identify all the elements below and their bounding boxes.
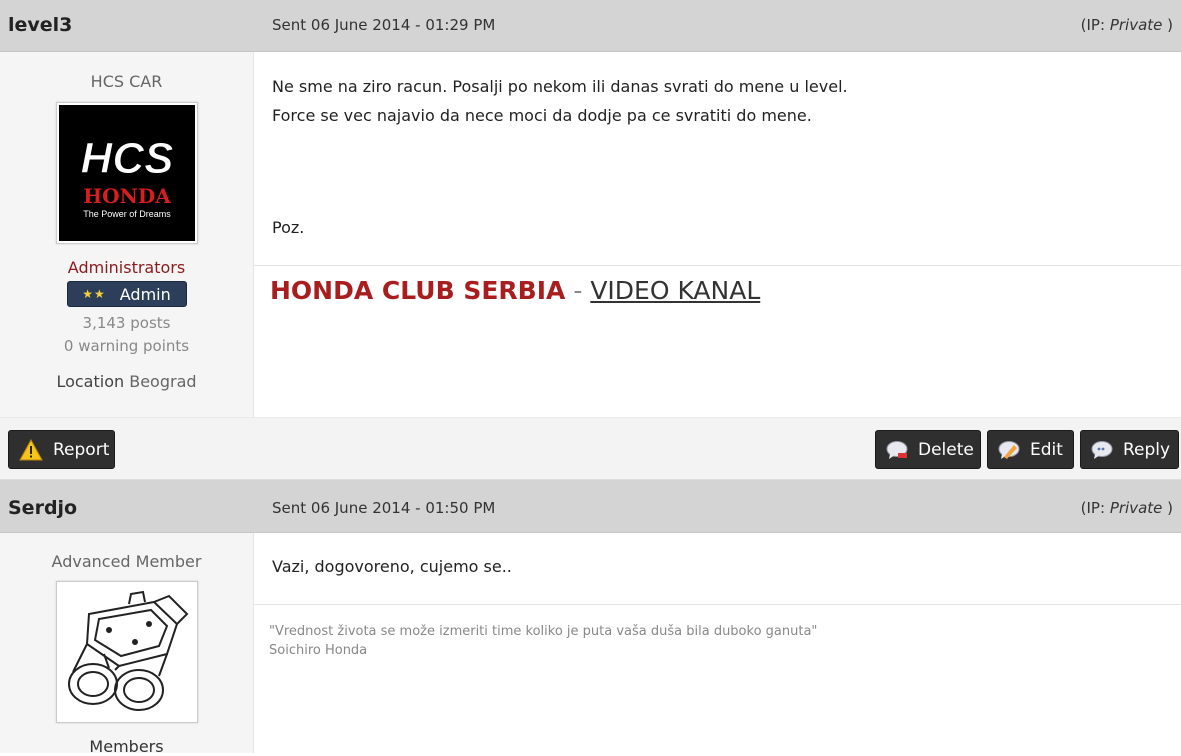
quote-author: Soichiro Honda — [269, 643, 368, 658]
member-title: HCS CAR — [90, 72, 163, 91]
location: Location Beograd — [0, 372, 253, 391]
ip-prefix: (IP: — [1080, 16, 1110, 34]
signature: "Vrednost života se može izmeriti time k… — [254, 604, 1181, 660]
post-controls: Report Delete Edit Reply — [0, 417, 1181, 480]
post-message: Ne sme na ziro racun. Posalji po nekom i… — [254, 52, 1181, 242]
warning-icon — [19, 438, 43, 461]
delete-button[interactable]: Delete — [875, 430, 981, 469]
group-name: Administrators — [67, 258, 186, 277]
ip-suffix: ) — [1162, 16, 1173, 34]
report-label: Report — [53, 439, 110, 460]
post-date: Sent 06 June 2014 - 01:50 PM — [272, 499, 496, 517]
post-header: level3 Sent 06 June 2014 - 01:29 PM (IP:… — [0, 0, 1181, 52]
post-ip: (IP: Private ) — [1081, 499, 1173, 517]
signature: HONDA CLUB SERBIA - VIDEO KANAL — [254, 265, 1181, 305]
signature-club-name: HONDA CLUB SERBIA — [270, 276, 566, 305]
post-1: level3 Sent 06 June 2014 - 01:29 PM (IP:… — [0, 0, 1181, 480]
post-content: Ne sme na ziro racun. Posalji po nekom i… — [254, 52, 1181, 417]
post-count: 3,143 posts — [82, 314, 171, 332]
message-line: Ne sme na ziro racun. Posalji po nekom i… — [272, 77, 848, 96]
edit-button[interactable]: Edit — [987, 430, 1074, 469]
badge-label: Admin — [119, 284, 171, 304]
post-date: Sent 06 June 2014 - 01:29 PM — [272, 16, 496, 34]
hcs-honda-logo-image: HCS HONDA The Power of Dreams — [58, 105, 195, 241]
signature-separator: - — [565, 276, 591, 305]
avatar-text-brand: HONDA — [83, 184, 171, 208]
ip-value: Private — [1109, 499, 1163, 517]
group-name: Members — [89, 737, 164, 756]
author-name-link[interactable]: Serdjo — [8, 497, 77, 519]
author-info: HCS CAR HCS HONDA The Power of Dreams Ad… — [0, 52, 254, 417]
avatar-text-top: HCS — [80, 134, 173, 183]
avatar[interactable]: HCS HONDA The Power of Dreams — [55, 102, 198, 244]
location-label: Location — [56, 372, 125, 391]
report-button[interactable]: Report — [8, 430, 115, 469]
ip-prefix: (IP: — [1080, 499, 1110, 517]
quote-text: "Vrednost života se može izmeriti time k… — [269, 624, 818, 639]
carburetor-sketch-image — [58, 584, 195, 720]
post-body: Advanced Member Members Vazi, dogovoreno… — [0, 533, 1181, 756]
video-kanal-link[interactable]: VIDEO KANAL — [590, 276, 760, 305]
post-message: Vazi, dogovoreno, cujemo se.. — [272, 557, 512, 576]
group-badge: ★★ Admin — [66, 281, 187, 307]
ip-value: Private — [1109, 16, 1163, 34]
delete-label: Delete — [918, 439, 974, 460]
delete-bubble-icon — [886, 440, 908, 460]
ip-suffix: ) — [1162, 499, 1173, 517]
warning-points: 0 warning points — [63, 337, 190, 355]
edit-label: Edit — [1030, 439, 1063, 460]
edit-pencil-icon — [998, 440, 1020, 460]
signature-line: HONDA CLUB SERBIA - VIDEO KANAL — [254, 266, 1181, 305]
message-line: Force se vec najavio da nece moci da dod… — [272, 106, 812, 125]
author-info: Advanced Member Members — [0, 533, 254, 756]
author-name-link[interactable]: level3 — [8, 14, 72, 36]
post-2: Serdjo Sent 06 June 2014 - 01:50 PM (IP:… — [0, 480, 1181, 756]
post-header: Serdjo Sent 06 June 2014 - 01:50 PM (IP:… — [0, 480, 1181, 533]
reply-label: Reply — [1123, 439, 1171, 460]
member-title: Advanced Member — [51, 552, 202, 571]
reply-bubble-icon — [1091, 440, 1113, 460]
post-ip: (IP: Private ) — [1081, 16, 1173, 34]
reply-button[interactable]: Reply — [1080, 430, 1179, 469]
stars-icon: ★★ — [82, 287, 106, 301]
signature-quote: "Vrednost života se može izmeriti time k… — [254, 605, 1181, 660]
post-content: Vazi, dogovoreno, cujemo se.. "Vrednost … — [254, 533, 1181, 753]
message-line: Poz. — [272, 218, 305, 237]
location-value: Beograd — [129, 372, 197, 391]
avatar-text-slogan: The Power of Dreams — [83, 209, 171, 219]
post-body: HCS CAR HCS HONDA The Power of Dreams Ad… — [0, 52, 1181, 417]
avatar[interactable] — [55, 581, 198, 723]
